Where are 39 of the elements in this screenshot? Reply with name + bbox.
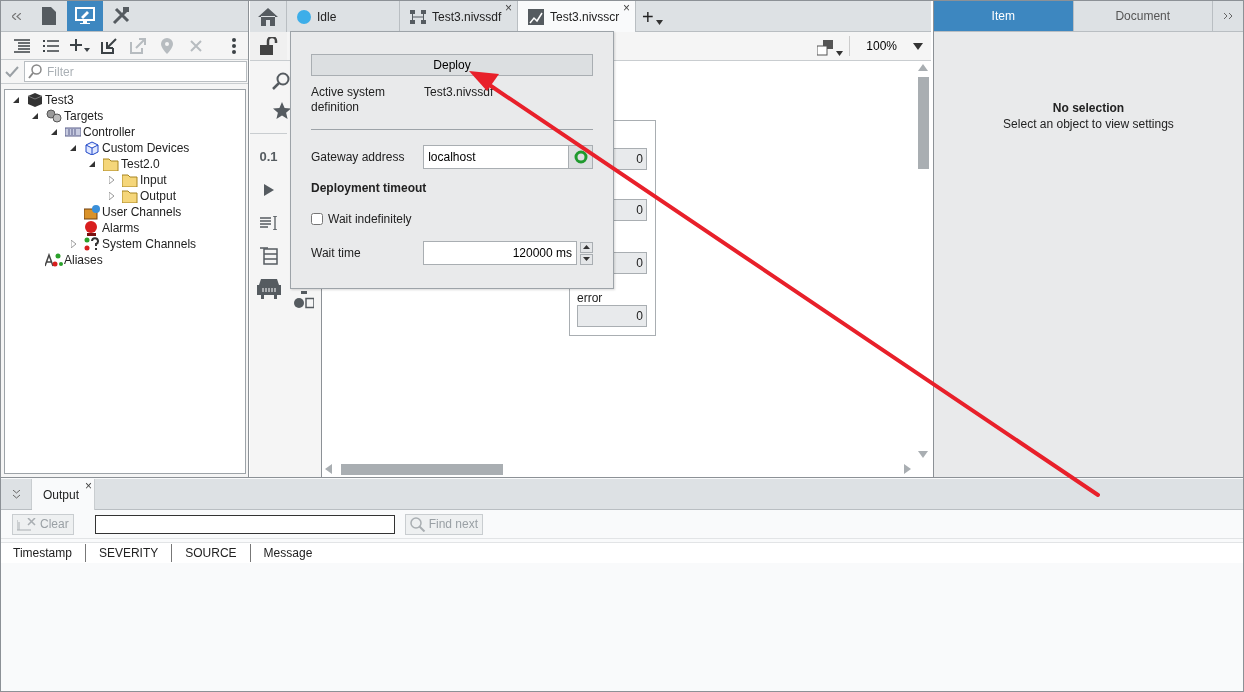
tree-item[interactable]: Controller <box>82 123 136 141</box>
tree-item[interactable]: Output <box>139 187 177 205</box>
new-tab-button[interactable]: + <box>636 1 667 32</box>
section-heading: Deployment timeout <box>311 180 428 197</box>
column-header[interactable]: Message <box>263 544 326 562</box>
checkbox-label[interactable]: Wait indefinitely <box>328 210 412 228</box>
close-icon[interactable]: × <box>623 1 630 15</box>
empty-title: No selection <box>1051 100 1126 116</box>
tree-item[interactable]: Test3 <box>44 91 74 109</box>
field-value: Test3.nivssdf <box>424 85 494 101</box>
tree-item[interactable]: User Channels <box>101 203 182 221</box>
column-header[interactable]: SEVERITY <box>98 544 173 562</box>
panel-tab[interactable]: Item <box>934 1 1074 31</box>
field-label: Wait time <box>311 245 362 262</box>
field-label: Gateway address <box>311 149 406 166</box>
tree-item[interactable]: Aliases <box>63 251 103 269</box>
numeric-indicator: 0 <box>577 305 647 327</box>
numeric-tool[interactable]: 0.1 <box>250 140 287 173</box>
close-icon[interactable]: × <box>505 1 512 15</box>
tree-item[interactable]: Input <box>139 171 167 189</box>
tree-item[interactable]: System Channels <box>101 235 197 253</box>
gateway-field[interactable]: localhost <box>423 145 570 169</box>
field-label: Active system definition <box>311 85 386 115</box>
zoom-dropdown[interactable]: 100% <box>850 37 931 55</box>
file-tab[interactable]: Test3.nivsscr × <box>518 1 636 32</box>
empty-hint: Select an object to view settings <box>1002 116 1175 132</box>
wait-time-field[interactable]: 120000 ms <box>423 241 577 265</box>
deploy-button[interactable]: Deploy <box>311 54 593 76</box>
indicator-label: error <box>577 291 603 305</box>
column-header[interactable]: Timestamp <box>13 544 86 562</box>
tree-item[interactable]: Test2.0 <box>120 155 160 173</box>
close-icon[interactable]: × <box>85 479 92 493</box>
status-tab[interactable]: Idle <box>287 1 400 32</box>
output-tab[interactable]: Output × <box>32 479 95 510</box>
tree-item[interactable]: Targets <box>63 107 104 125</box>
column-header[interactable]: SOURCE <box>185 544 251 562</box>
tree-item[interactable]: Custom Devices <box>101 139 190 157</box>
filter-field[interactable]: Filter <box>24 61 247 82</box>
tree-item[interactable]: Alarms <box>101 219 140 237</box>
